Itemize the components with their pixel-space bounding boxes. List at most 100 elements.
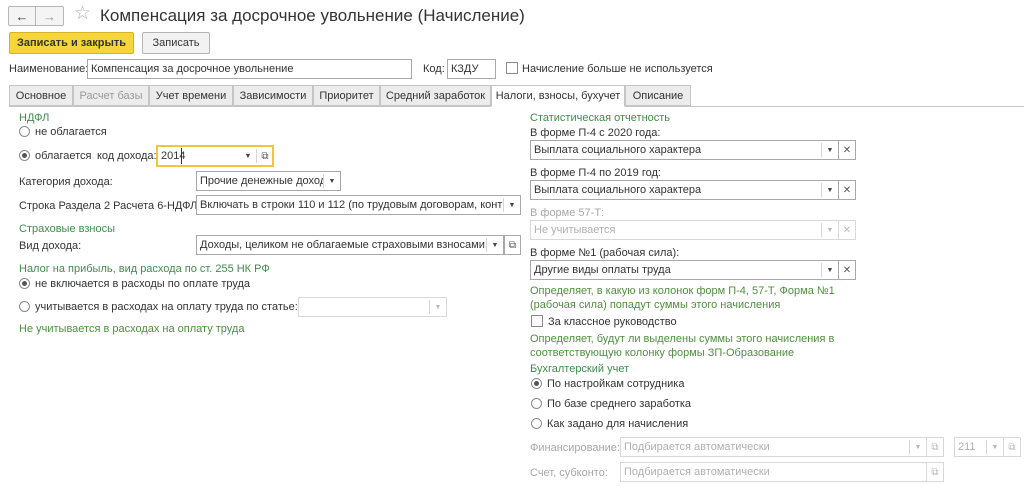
close-icon: ✕ [842, 144, 852, 156]
acc-employee-label[interactable]: По настройкам сотрудника [547, 377, 684, 391]
tab-main[interactable]: Основное [9, 85, 73, 106]
accounting-section-title: Бухгалтерский учет [530, 363, 630, 375]
save-and-close-button[interactable]: Записать и закрыть [9, 32, 134, 54]
tab-dependencies[interactable]: Зависимости [233, 85, 313, 106]
line-6ndfl-select[interactable]: Включать в строки 110 и 112 (по трудовым… [196, 195, 521, 215]
p4-2020-value: Выплата социального характера [534, 144, 702, 156]
open-icon: ⧉ [1008, 441, 1016, 453]
tab-average-earnings[interactable]: Средний заработок [380, 85, 491, 106]
chevron-down-icon[interactable]: ▼ [822, 221, 838, 239]
name-input-value: Компенсация за досрочное увольнение [91, 63, 294, 75]
line-6ndfl-label: Строка Раздела 2 Расчета 6-НДФЛ: [19, 200, 201, 212]
back-button[interactable]: ← [8, 6, 36, 26]
account-input[interactable]: Подбирается автоматически [620, 462, 927, 482]
chevron-down-icon[interactable]: ▼ [487, 236, 503, 254]
close-icon: ✕ [842, 224, 852, 236]
f1-select[interactable]: Другие виды оплаты труда ▼ [530, 260, 839, 280]
chevron-down-icon[interactable]: ▼ [822, 181, 838, 199]
profit-not-included-label[interactable]: не включается в расходы по оплате труда [35, 277, 250, 291]
separator [256, 149, 257, 163]
chevron-down-icon[interactable]: ▼ [987, 438, 1003, 456]
chevron-down-icon[interactable]: ▼ [430, 298, 446, 316]
tab-description[interactable]: Описание [625, 85, 691, 106]
name-input[interactable]: Компенсация за досрочное увольнение [87, 59, 412, 79]
radio-circle [19, 301, 30, 312]
radio-circle [19, 278, 30, 289]
save-button[interactable]: Записать [142, 32, 210, 54]
ndfl-taxed-label[interactable]: облагается [35, 149, 91, 163]
f57-clear-button[interactable]: ✕ [839, 220, 856, 240]
financing-open-button[interactable]: ⧉ [927, 437, 944, 457]
arrow-left-icon: ← [15, 8, 29, 24]
statistics-note-line1: Определяет, в какую из колонок форм П-4,… [530, 285, 835, 297]
profit-included-radio[interactable] [19, 301, 30, 315]
unused-label[interactable]: Начисление больше не используется [522, 62, 713, 76]
income-type-open-button[interactable]: ⧉ [504, 235, 521, 255]
close-icon: ✕ [842, 184, 852, 196]
financing-code-select[interactable]: 211 ▼ [954, 437, 1004, 457]
unused-checkbox[interactable] [506, 62, 518, 77]
chevron-down-icon[interactable]: ▼ [822, 261, 838, 279]
favorite-star-icon[interactable]: ☆ [74, 3, 91, 25]
class-guidance-note-line2: соответствующую колонку формы ЗП-Образов… [530, 347, 795, 359]
income-type-value: Доходы, целиком не облагаемые страховыми… [200, 239, 486, 251]
p4-2019-clear-button[interactable]: ✕ [839, 180, 856, 200]
financing-code-value: 211 [958, 441, 976, 453]
class-guidance-label[interactable]: За классное руководство [548, 315, 677, 329]
p4-2020-clear-button[interactable]: ✕ [839, 140, 856, 160]
financing-label: Финансирование: [530, 442, 620, 454]
profit-included-label[interactable]: учитывается в расходах на оплату труда п… [35, 300, 298, 314]
income-type-select[interactable]: Доходы, целиком не облагаемые страховыми… [196, 235, 504, 255]
acc-accrual-radio[interactable] [531, 418, 542, 432]
profit-not-included-radio[interactable] [19, 278, 30, 292]
ndfl-not-taxed-radio[interactable] [19, 126, 30, 140]
f57-select[interactable]: Не учитывается ▼ [530, 220, 839, 240]
class-guidance-checkbox[interactable] [531, 315, 543, 330]
ndfl-not-taxed-label[interactable]: не облагается [35, 125, 107, 139]
p4-2019-select[interactable]: Выплата социального характера ▼ [530, 180, 839, 200]
code-input[interactable]: КЗДУ [447, 59, 496, 79]
f1-clear-button[interactable]: ✕ [839, 260, 856, 280]
tab-base-calculation[interactable]: Расчет базы [73, 85, 149, 106]
checkbox-box [506, 62, 518, 74]
p4-2020-select[interactable]: Выплата социального характера ▼ [530, 140, 839, 160]
chevron-down-icon[interactable]: ▼ [822, 141, 838, 159]
chevron-down-icon[interactable]: ▼ [504, 196, 520, 214]
ndfl-taxed-radio[interactable] [19, 150, 30, 164]
financing-code-open-button[interactable]: ⧉ [1004, 437, 1021, 457]
acc-accrual-label[interactable]: Как задано для начисления [547, 417, 688, 431]
chevron-down-icon[interactable]: ▼ [240, 147, 256, 165]
income-type-label: Вид дохода: [19, 240, 82, 252]
open-icon[interactable]: ⧉ [258, 151, 272, 162]
statistics-section-title: Статистическая отчетность [530, 112, 671, 124]
income-code-value: 2014 [158, 148, 185, 164]
class-guidance-note: Определяет, будут ли выделены суммы этог… [530, 332, 834, 360]
arrow-right-icon: → [43, 8, 56, 24]
financing-select[interactable]: Подбирается автоматически ▼ [620, 437, 927, 457]
p4-2019-label: В форме П-4 по 2019 год: [530, 167, 661, 179]
checkbox-box [531, 315, 543, 327]
open-icon: ⧉ [931, 466, 939, 478]
statistics-note: Определяет, в какую из колонок форм П-4,… [530, 284, 835, 312]
acc-employee-radio[interactable] [531, 378, 542, 392]
income-code-field[interactable]: 2014 ▼ ⧉ [156, 145, 274, 167]
account-open-button[interactable]: ⧉ [927, 462, 944, 482]
tab-time-accounting[interactable]: Учет времени [149, 85, 233, 106]
code-label: Код: [423, 63, 445, 75]
expense-article-select[interactable]: ▼ [298, 297, 447, 317]
ndfl-section-title: НДФЛ [19, 112, 50, 124]
chevron-down-icon[interactable]: ▼ [910, 438, 926, 456]
class-guidance-note-line1: Определяет, будут ли выделены суммы этог… [530, 333, 835, 345]
tab-taxes[interactable]: Налоги, взносы, бухучет [491, 85, 625, 107]
f1-label: В форме №1 (рабочая сила): [530, 247, 680, 259]
acc-avg-radio[interactable] [531, 398, 542, 412]
account-label: Счет, субконто: [530, 467, 608, 479]
tab-priority[interactable]: Приоритет [313, 85, 380, 106]
category-select[interactable]: Прочие денежные доходы ▼ [196, 171, 341, 191]
income-code-label: код дохода: [97, 150, 157, 162]
forward-button[interactable]: → [36, 6, 64, 26]
radio-circle [531, 398, 542, 409]
radio-circle [19, 126, 30, 137]
acc-avg-label[interactable]: По базе среднего заработка [547, 397, 691, 411]
chevron-down-icon[interactable]: ▼ [324, 172, 340, 190]
